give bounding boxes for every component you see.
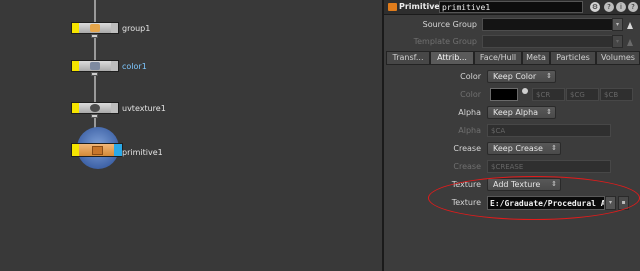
crease-label: Crease	[453, 162, 481, 171]
texture-mode-label: Texture	[451, 180, 481, 189]
help-icon[interactable]: ?	[604, 2, 614, 12]
sop-icon	[388, 3, 397, 11]
uvtexture-icon	[90, 104, 100, 112]
crease-row: Crease $CREASE	[386, 160, 640, 174]
alpha-label: Alpha	[458, 126, 481, 135]
color-b-field[interactable]: $CB	[600, 88, 633, 101]
select-arrow-icon[interactable]	[627, 22, 633, 29]
primitive-icon	[92, 146, 103, 155]
parameter-titlebar: Primitive primitive1 ⚙ ? i ?	[384, 0, 640, 15]
alpha-mode-label: Alpha	[458, 108, 481, 117]
crease-field[interactable]: $CREASE	[487, 160, 611, 173]
texture-path-input[interactable]: E:/Graduate/Procedural Ani	[487, 196, 605, 210]
select-arrow-icon[interactable]	[627, 39, 633, 46]
node-type-label: Primitive	[399, 2, 440, 11]
color-label: Color	[460, 90, 481, 99]
source-group-label: Source Group	[422, 20, 477, 29]
bypass-flag[interactable]	[72, 103, 79, 113]
source-group-row: Source Group ▾	[384, 18, 640, 32]
node-color1[interactable]	[71, 60, 119, 72]
wire-color-uvtexture	[94, 72, 96, 102]
texture-label: Texture	[451, 198, 481, 207]
source-group-field[interactable]	[482, 18, 614, 31]
node-uvtexture1[interactable]	[71, 102, 119, 114]
display-flag[interactable]	[111, 103, 118, 113]
node-group1[interactable]	[71, 22, 119, 34]
color-row: Color $CR $CG $CB	[386, 88, 640, 102]
texture-mode-row: Texture Add Texture ⇕	[386, 178, 640, 192]
output-connector[interactable]	[91, 34, 98, 38]
node-label-primitive1: primitive1	[122, 148, 163, 157]
crease-mode-label: Crease	[453, 144, 481, 153]
crease-mode-value: Keep Crease	[493, 144, 543, 153]
texture-row: Texture E:/Graduate/Procedural Ani ▾ ▪	[386, 196, 640, 210]
node-label-uvtexture1: uvtexture1	[122, 104, 166, 113]
alpha-mode-value: Keep Alpha	[493, 108, 539, 117]
node-primitive1[interactable]	[71, 143, 123, 157]
output-connector[interactable]	[91, 72, 98, 76]
color-r-field[interactable]: $CR	[532, 88, 565, 101]
template-group-row: Template Group ▾	[384, 35, 640, 49]
texture-mode-menu[interactable]: Add Texture ⇕	[487, 178, 561, 191]
alpha-field[interactable]: $CA	[487, 124, 611, 137]
tab-face-hull[interactable]: Face/Hull	[474, 51, 522, 64]
tab-meta[interactable]: Meta	[522, 51, 550, 64]
texture-menu-button[interactable]: ▾	[605, 196, 616, 210]
network-editor[interactable]: group1 color1 uvtexture1 primitive1	[0, 0, 382, 271]
color-picker-icon[interactable]	[522, 88, 528, 94]
gear-icon[interactable]: ⚙	[590, 2, 600, 12]
tab-transform[interactable]: Transf...	[386, 51, 430, 64]
tab-attributes[interactable]: Attrib...	[430, 51, 474, 64]
template-group-field[interactable]	[482, 35, 614, 48]
crease-mode-row: Crease Keep Crease ⇕	[386, 142, 640, 156]
question-icon[interactable]: ?	[628, 2, 638, 12]
alpha-mode-menu[interactable]: Keep Alpha ⇕	[487, 106, 556, 119]
alpha-mode-row: Alpha Keep Alpha ⇕	[386, 106, 640, 120]
bypass-flag[interactable]	[72, 144, 79, 156]
display-flag[interactable]	[114, 144, 122, 156]
crease-mode-menu[interactable]: Keep Crease ⇕	[487, 142, 561, 155]
node-label-color1: color1	[122, 62, 147, 71]
output-connector[interactable]	[91, 114, 98, 118]
display-flag[interactable]	[111, 23, 118, 33]
menu-arrow-icon: ⇕	[546, 108, 552, 116]
menu-arrow-icon: ⇕	[551, 180, 557, 188]
attributes-tab-body: Color Keep Color ⇕ Color $CR $CG $CB Alp…	[386, 64, 640, 267]
template-group-menu-button[interactable]: ▾	[612, 35, 623, 48]
file-chooser-icon[interactable]: ▪	[618, 196, 629, 210]
tab-volumes[interactable]: Volumes	[596, 51, 640, 64]
node-name-input[interactable]: primitive1	[439, 1, 583, 13]
alpha-row: Alpha $CA	[386, 124, 640, 138]
parameter-pane: Primitive primitive1 ⚙ ? i ? Source Grou…	[382, 0, 640, 271]
menu-arrow-icon: ⇕	[551, 144, 557, 152]
node-label-group1: group1	[122, 24, 151, 33]
wire-top	[94, 0, 96, 22]
color-mode-row: Color Keep Color ⇕	[386, 70, 640, 84]
display-flag[interactable]	[111, 61, 118, 71]
info-icon[interactable]: i	[616, 2, 626, 12]
group-icon	[90, 24, 100, 32]
template-group-label: Template Group	[413, 37, 477, 46]
bypass-flag[interactable]	[72, 23, 79, 33]
menu-arrow-icon: ⇕	[546, 72, 552, 80]
tab-particles[interactable]: Particles	[550, 51, 596, 64]
color-swatch[interactable]	[490, 88, 518, 101]
color-mode-menu[interactable]: Keep Color ⇕	[487, 70, 556, 83]
color-mode-value: Keep Color	[493, 72, 537, 81]
source-group-menu-button[interactable]: ▾	[612, 18, 623, 31]
parameter-tabs: Transf... Attrib... Face/Hull Meta Parti…	[386, 51, 640, 64]
texture-mode-value: Add Texture	[493, 180, 541, 189]
color-icon	[90, 62, 100, 70]
bypass-flag[interactable]	[72, 61, 79, 71]
color-mode-label: Color	[460, 72, 481, 81]
color-g-field[interactable]: $CG	[566, 88, 599, 101]
